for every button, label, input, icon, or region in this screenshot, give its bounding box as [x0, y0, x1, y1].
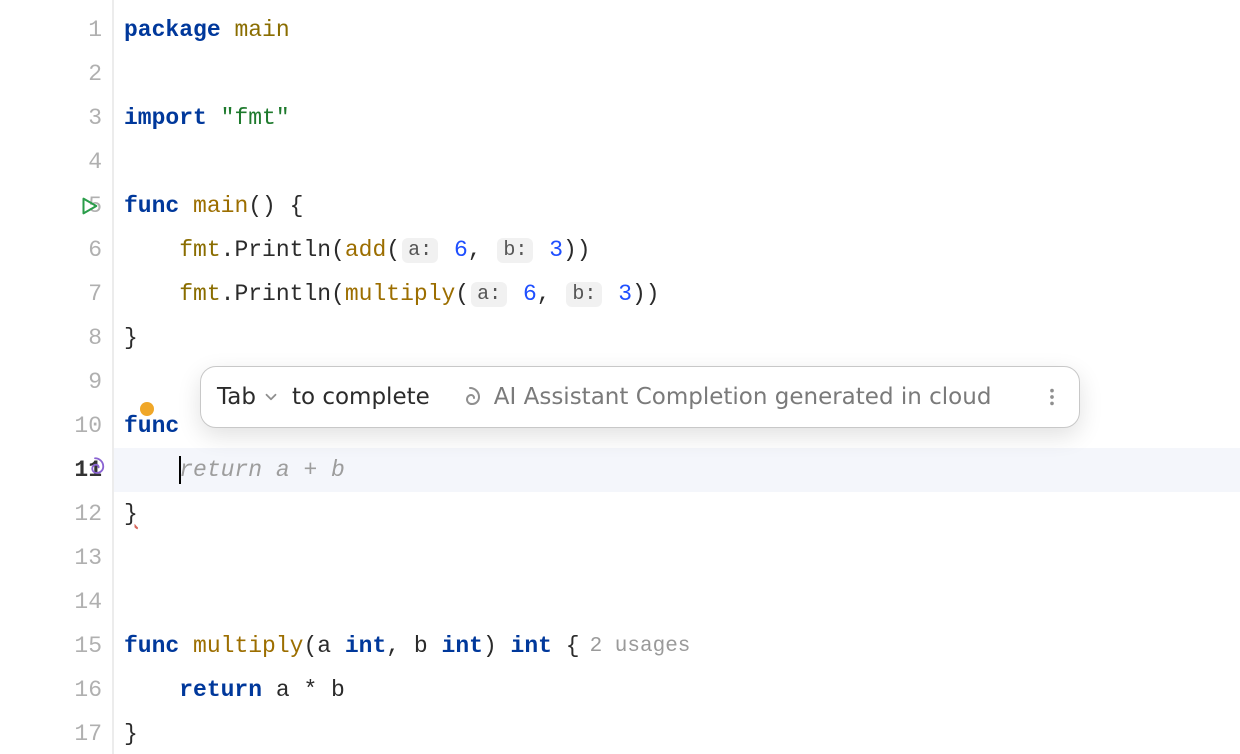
funcname-main: main: [193, 193, 248, 219]
type-int: int: [511, 633, 552, 659]
line-number: 7: [66, 281, 102, 307]
code-line[interactable]: func main() {: [114, 184, 1240, 228]
gutter-row: 10: [0, 404, 112, 448]
gutter-row: 15: [0, 624, 112, 668]
gutter-row: 3: [0, 96, 112, 140]
pkg-fmt: fmt: [179, 237, 220, 263]
param-hint-a: a:: [402, 238, 438, 263]
usages-hint[interactable]: 2 usages: [590, 635, 691, 658]
punct-parens: (): [248, 193, 276, 219]
gutter-row: 2: [0, 52, 112, 96]
call-println: .Println(: [221, 237, 345, 263]
keyword-package: package: [124, 17, 221, 43]
code-line[interactable]: [114, 52, 1240, 96]
gutter-row: 11: [0, 448, 112, 492]
punct-brace-open: {: [276, 193, 304, 219]
param-hint-b: b:: [497, 238, 533, 263]
call-println: .Println(: [221, 281, 345, 307]
keyword-func: func: [124, 413, 179, 439]
number-6: 6: [454, 237, 468, 263]
line-number: 8: [66, 325, 102, 351]
keyword-return: return: [179, 677, 262, 703]
punct-brace-close-error: }: [124, 501, 138, 527]
line-number: 6: [66, 237, 102, 263]
completion-popup: Tab to complete AI Assistant Completion …: [200, 366, 1080, 428]
code-line[interactable]: import "fmt": [114, 96, 1240, 140]
type-int: int: [442, 633, 483, 659]
gutter-row: 13: [0, 536, 112, 580]
type-int: int: [345, 633, 386, 659]
line-number: 13: [66, 545, 102, 571]
line-number: 9: [66, 369, 102, 395]
line-number: 10: [66, 413, 102, 439]
more-options-icon[interactable]: [1041, 386, 1063, 408]
gutter-row: 6: [0, 228, 112, 272]
funcname-multiply: multiply: [193, 633, 303, 659]
gutter-row: 12: [0, 492, 112, 536]
gutter-row: 4: [0, 140, 112, 184]
code-line[interactable]: [114, 580, 1240, 624]
punct-brace-close: }: [124, 721, 138, 747]
param-hint-b: b:: [566, 282, 602, 307]
line-number: 17: [66, 721, 102, 747]
popup-ai-text: AI Assistant Completion generated in clo…: [494, 384, 1031, 410]
gutter-row: 1: [0, 8, 112, 52]
number-6: 6: [523, 281, 537, 307]
ai-spiral-icon: [458, 385, 482, 409]
punct-brace-close: }: [124, 325, 138, 351]
gutter: 1 2 3 4 5 6 7 8 9 10 11 12 13 14 15 16 1…: [0, 0, 112, 754]
line-number: 15: [66, 633, 102, 659]
keyword-import: import: [124, 105, 207, 131]
code-line[interactable]: [114, 536, 1240, 580]
gutter-row: 14: [0, 580, 112, 624]
line-number: 12: [66, 501, 102, 527]
code-line[interactable]: return a * b: [114, 668, 1240, 712]
tab-key-label: Tab: [217, 384, 256, 410]
code-line[interactable]: }: [114, 492, 1240, 536]
warning-dot-icon: [140, 402, 154, 416]
number-3: 3: [549, 237, 563, 263]
line-number: 3: [66, 105, 102, 131]
line-number: 16: [66, 677, 102, 703]
code-line[interactable]: fmt.Println(multiply(a: 6, b: 3)): [114, 272, 1240, 316]
run-icon[interactable]: [78, 195, 100, 217]
number-3: 3: [618, 281, 632, 307]
keyword-func: func: [124, 633, 179, 659]
gutter-row: 8: [0, 316, 112, 360]
call-add: add: [345, 237, 386, 263]
code-line[interactable]: package main: [114, 8, 1240, 52]
code-line[interactable]: func multiply(a int, b int) int {2 usage…: [114, 624, 1240, 668]
code-line[interactable]: fmt.Println(add(a: 6, b: 3)): [114, 228, 1240, 272]
pkg-fmt: fmt: [179, 281, 220, 307]
gutter-row: 17: [0, 712, 112, 754]
gutter-row: 7: [0, 272, 112, 316]
line-number: 2: [66, 61, 102, 87]
code-line[interactable]: }: [114, 712, 1240, 754]
line-number: 14: [66, 589, 102, 615]
string-fmt: "fmt": [221, 105, 290, 131]
keyword-func: func: [124, 193, 179, 219]
code-line[interactable]: [114, 140, 1240, 184]
gutter-row: 5: [0, 184, 112, 228]
gutter-row: 16: [0, 668, 112, 712]
call-multiply: multiply: [345, 281, 455, 307]
identifier-main: main: [234, 17, 289, 43]
gutter-row: 9: [0, 360, 112, 404]
ai-spiral-icon[interactable]: [84, 456, 106, 485]
tab-keycap[interactable]: Tab: [217, 384, 280, 410]
ai-suggestion-text: return a + b: [179, 457, 345, 483]
param-hint-a: a:: [471, 282, 507, 307]
line-number: 4: [66, 149, 102, 175]
chevron-down-icon[interactable]: [262, 388, 280, 406]
code-line[interactable]: }: [114, 316, 1240, 360]
popup-complete-text: to complete: [292, 384, 430, 410]
line-number: 1: [66, 17, 102, 43]
code-line-active[interactable]: return a + b: [114, 448, 1240, 492]
code-editor[interactable]: 1 2 3 4 5 6 7 8 9 10 11 12 13 14 15 16 1…: [0, 0, 1240, 754]
